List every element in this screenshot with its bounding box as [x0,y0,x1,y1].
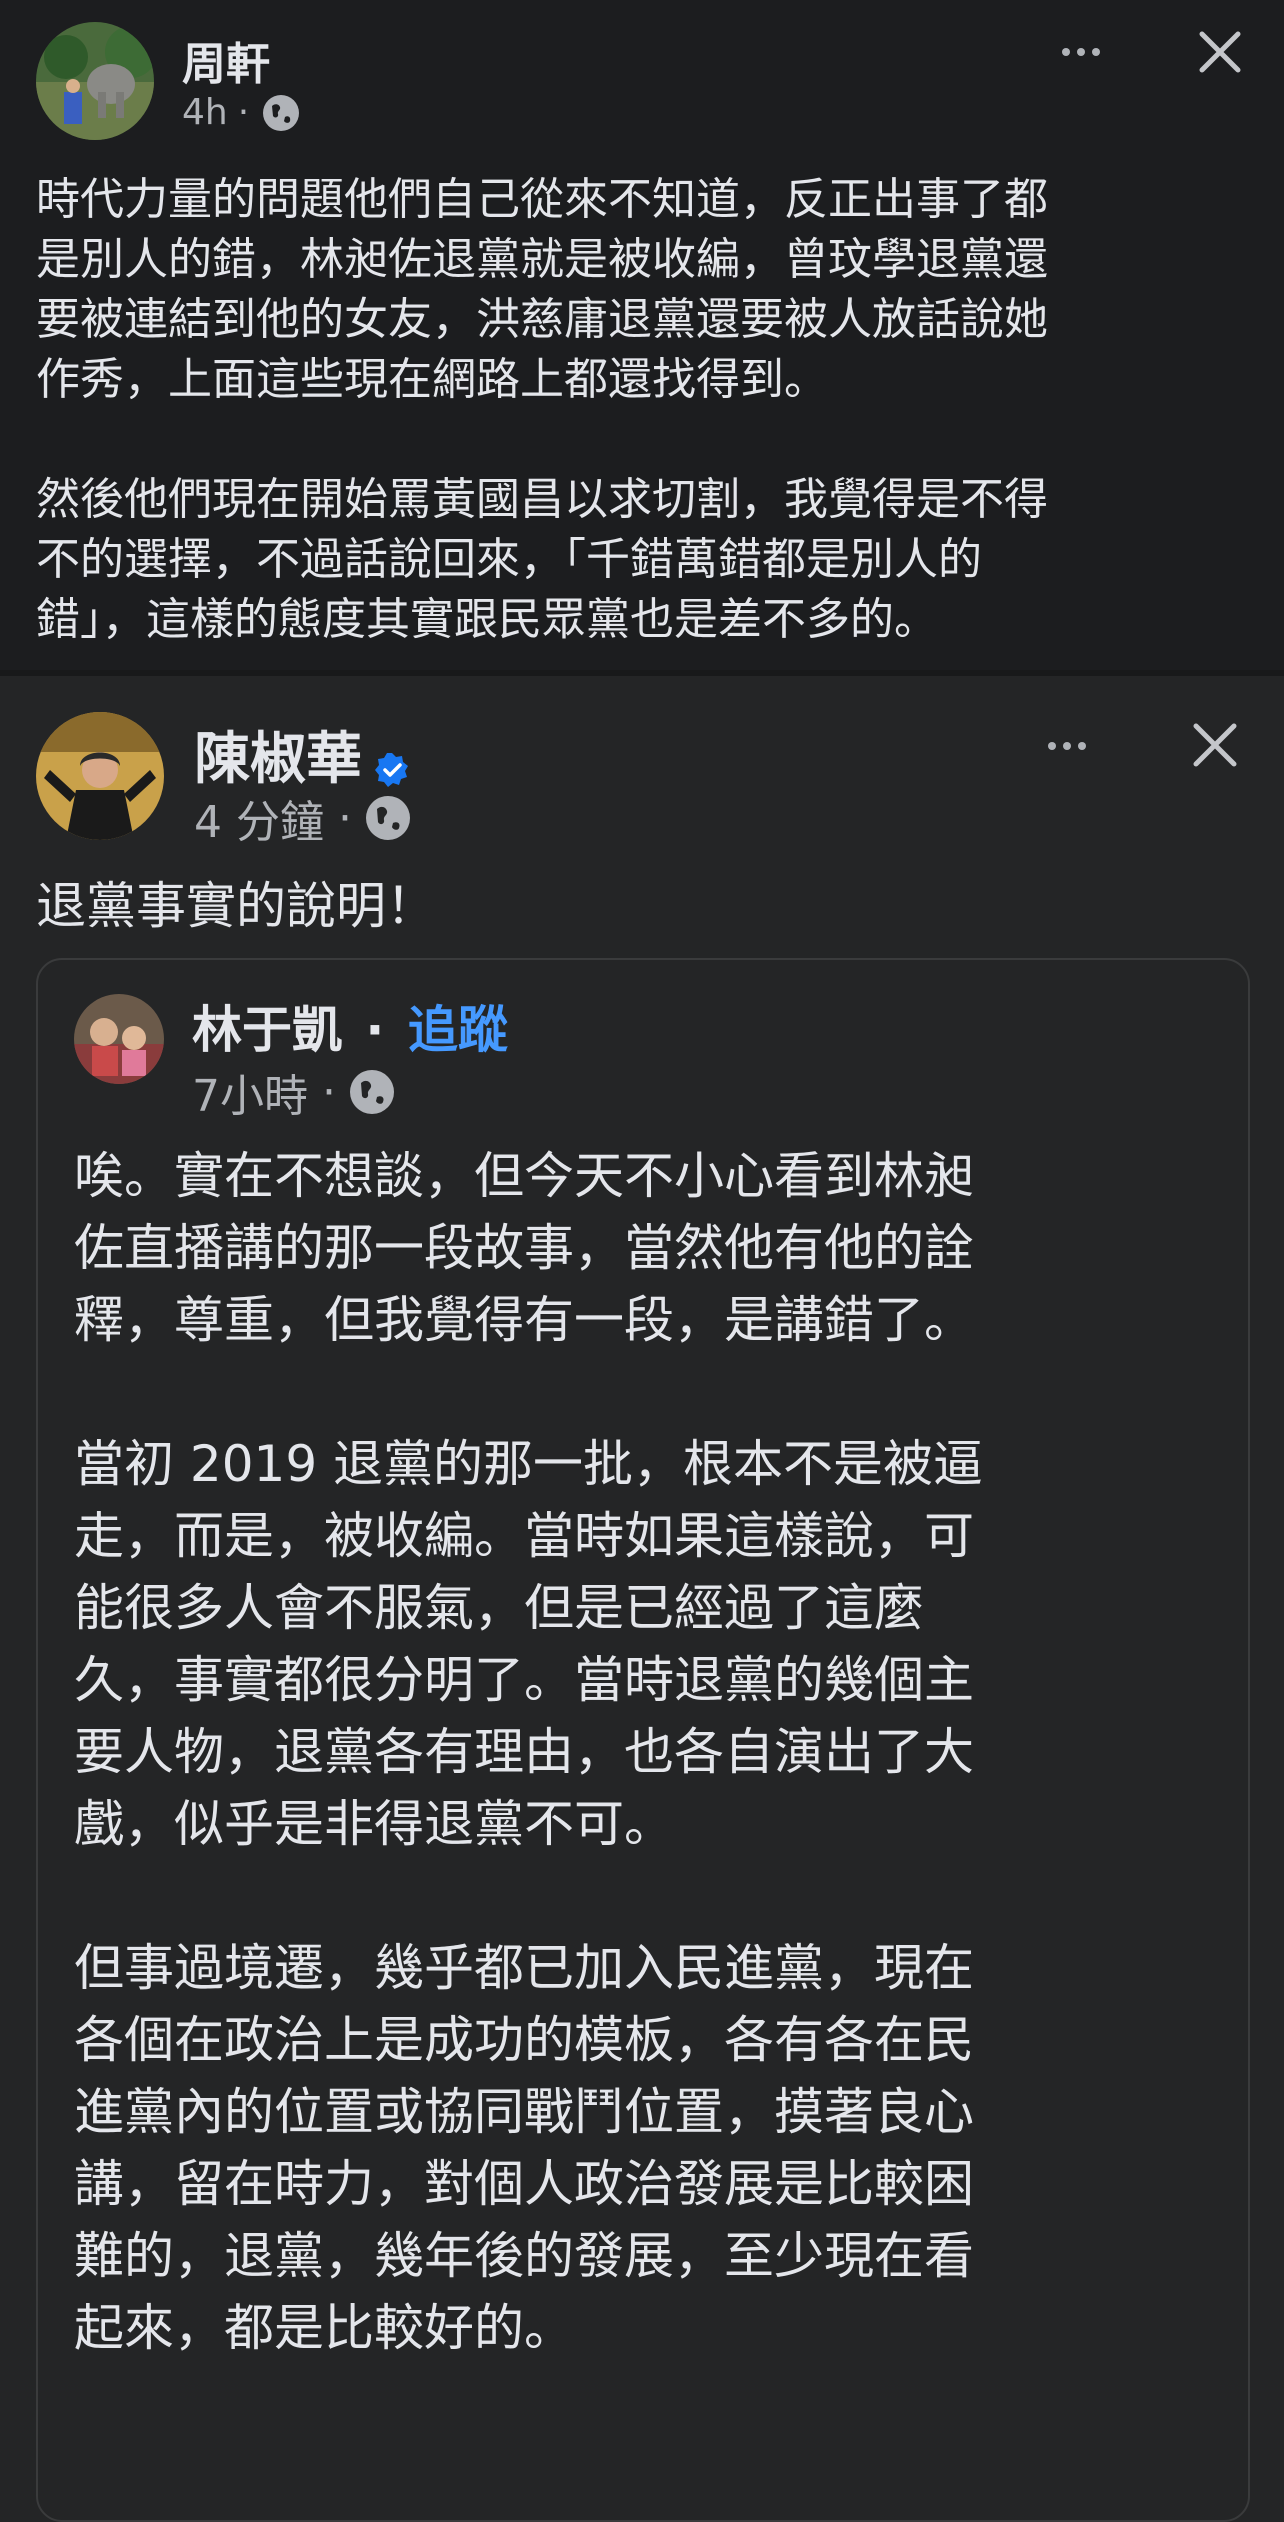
author-avatar[interactable] [36,22,154,140]
more-dots-icon[interactable] [1048,742,1086,750]
shared-post-meta: 7小時 · [192,1060,394,1124]
meta-separator: · [322,1066,336,1118]
close-x-icon[interactable] [1196,28,1244,80]
shared-post-text: 唉。實在不想談，但今天不小心看到林昶 佐直播講的那一段故事，當然他有他的詮 釋，… [74,1147,984,2357]
post-meta: 4 分鐘 · [194,786,410,850]
shared-post-card[interactable]: 林于凱 · 追蹤 7小時 · 唉。實在不想談，但今天不小心看到林昶 佐直播講的那… [36,958,1250,2522]
post-1: 周軒 4h · 時代力量的問題他們自己從來不知道，反正出事了都 是別人的錯，林昶… [0,0,1284,672]
follow-button[interactable]: 追蹤 [408,1001,508,1059]
close-x-icon[interactable] [1190,720,1240,774]
post-meta: 4h · [182,92,300,133]
more-dots-icon[interactable] [1062,48,1100,56]
shared-post-time[interactable]: 7小時 [192,1060,308,1124]
verified-badge-icon [374,737,410,787]
shared-author-line: 林于凱 · 追蹤 [192,990,508,1062]
post-time[interactable]: 4 分鐘 [194,786,324,850]
author-name[interactable]: 周軒 [182,28,270,92]
globe-icon [263,94,300,131]
author-name-text[interactable]: 陳椒華 [194,714,362,795]
globe-icon [365,796,410,840]
author-name: 陳椒華 [194,714,410,795]
meta-separator: · [237,92,250,133]
author-avatar[interactable] [36,712,164,840]
shared-author-dot: · [365,1001,385,1059]
post-2: 陳椒華 4 分鐘 · 退黨事實的說明！ 林于凱 · 追蹤 7小時 · 唉。實在不… [0,676,1284,2522]
shared-author-name[interactable]: 林于凱 [192,1001,342,1059]
globe-icon [350,1070,394,1114]
shared-author-avatar[interactable] [74,994,164,1084]
meta-separator: · [337,792,352,844]
post-time[interactable]: 4h [182,92,228,133]
post-1-text: 時代力量的問題他們自己從來不知道，反正出事了都 是別人的錯，林昶佐退黨就是被收編… [36,174,1048,645]
post-2-text: 退黨事實的說明！ [36,877,436,935]
